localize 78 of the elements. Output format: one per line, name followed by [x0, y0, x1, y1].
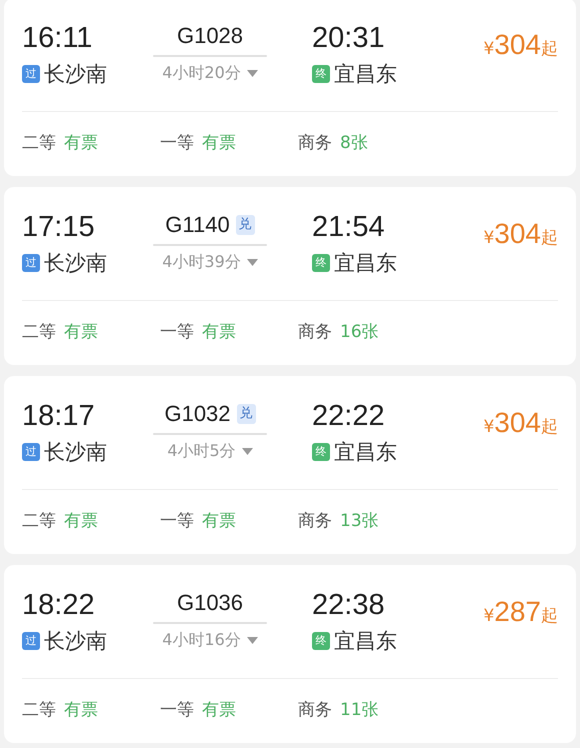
- train-number: G1140: [165, 211, 230, 239]
- station-name: 宜昌东: [334, 250, 397, 277]
- seat-class: 一等: [160, 321, 194, 344]
- price-suffix: 起: [541, 605, 558, 628]
- seat-availability: 有票: [64, 132, 98, 156]
- price-suffix: 起: [541, 416, 558, 439]
- seat-availability: 有票: [202, 699, 236, 722]
- departure-time: 18:22: [22, 588, 96, 623]
- arrival-time: 20:31: [312, 21, 386, 56]
- station-name: 宜昌东: [334, 61, 397, 88]
- departure-time: 18:17: [22, 399, 96, 434]
- currency-symbol: ¥: [483, 38, 494, 61]
- seat-class: 二等: [22, 510, 56, 534]
- duration-text: 4小时20分: [162, 62, 241, 84]
- price-suffix: 起: [541, 227, 558, 250]
- departure-time: 16:11: [22, 21, 94, 56]
- seat-class: 一等: [160, 132, 194, 156]
- station-tag: 终: [312, 65, 330, 83]
- price-amount: 304: [494, 406, 541, 440]
- seat-class: 商务: [298, 132, 332, 156]
- seat-availability: 有票: [64, 510, 98, 534]
- seat-class: 二等: [22, 699, 56, 722]
- seat-availability: 13张: [340, 510, 379, 534]
- seat-class: 二等: [22, 321, 56, 344]
- station-tag: 过: [22, 443, 40, 461]
- departure-time: 17:15: [22, 210, 96, 245]
- arrival-time: 21:54: [312, 210, 386, 245]
- caret-icon[interactable]: [246, 258, 258, 266]
- duration-text: 4小时16分: [162, 629, 241, 651]
- train-card[interactable]: 17:15 过 长沙南 G1140 兑 4小时39分 21:54 终 宜昌东 ¥304起 二等 有票 一等 有票 商务 16张: [4, 187, 576, 365]
- seat-class: 二等: [22, 132, 56, 156]
- seat-availability: 有票: [64, 321, 98, 344]
- station-tag: 终: [312, 632, 330, 650]
- station-name: 长沙南: [44, 628, 107, 655]
- station-tag: 终: [312, 443, 330, 461]
- arrival-time: 22:38: [312, 588, 386, 623]
- train-number: G1028: [176, 22, 244, 50]
- currency-symbol: ¥: [483, 605, 494, 628]
- seat-availability: 有票: [202, 510, 236, 534]
- station-tag: 过: [22, 65, 40, 83]
- currency-symbol: ¥: [483, 227, 494, 250]
- station-name: 长沙南: [44, 250, 107, 277]
- currency-symbol: ¥: [483, 416, 494, 439]
- seat-class: 商务: [298, 321, 332, 344]
- station-name: 长沙南: [44, 439, 107, 466]
- seat-class: 一等: [160, 699, 194, 722]
- price-amount: 304: [494, 217, 541, 251]
- caret-icon[interactable]: [246, 70, 258, 76]
- station-name: 宜昌东: [334, 439, 397, 466]
- train-badge: 兑: [236, 404, 256, 424]
- seat-availability: 16张: [340, 321, 379, 344]
- seat-class: 商务: [298, 699, 332, 722]
- station-tag: 终: [312, 254, 330, 272]
- train-card[interactable]: 16:11 过 长沙南 G1028 4小时20分 20:31 终 宜昌东 ¥304起 二等 有票 一等 有票 商务 8张: [4, 0, 576, 176]
- station-name: 长沙南: [44, 61, 107, 88]
- price-amount: 287: [494, 595, 541, 629]
- caret-icon[interactable]: [242, 448, 253, 454]
- seat-class: 商务: [298, 510, 332, 534]
- seat-availability: 11张: [340, 699, 379, 722]
- seat-availability: 有票: [202, 132, 236, 156]
- duration-text: 4小时5分: [167, 440, 236, 462]
- price-suffix: 起: [541, 38, 558, 61]
- train-card[interactable]: 18:17 过 长沙南 G1032 兑 4小时5分 22:22 终 宜昌东 ¥304起 二等 有票 一等 有票 商务 13张: [4, 376, 576, 554]
- arrival-time: 22:22: [312, 399, 386, 434]
- seat-availability: 有票: [64, 699, 98, 722]
- station-tag: 过: [22, 632, 40, 650]
- station-tag: 过: [22, 254, 40, 272]
- train-number: G1032: [164, 400, 231, 428]
- seat-availability: 有票: [202, 321, 236, 344]
- train-number: G1036: [176, 589, 244, 617]
- seat-availability: 8张: [340, 132, 368, 156]
- price-amount: 304: [494, 28, 541, 62]
- train-badge: 兑: [236, 215, 255, 235]
- train-card[interactable]: 18:22 过 长沙南 G1036 4小时16分 22:38 终 宜昌东 ¥287起 二等 有票 一等 有票 商务 11张: [4, 565, 576, 743]
- caret-icon[interactable]: [246, 636, 258, 644]
- seat-class: 一等: [160, 510, 194, 534]
- station-name: 宜昌东: [334, 628, 397, 655]
- duration-text: 4小时39分: [162, 251, 241, 273]
